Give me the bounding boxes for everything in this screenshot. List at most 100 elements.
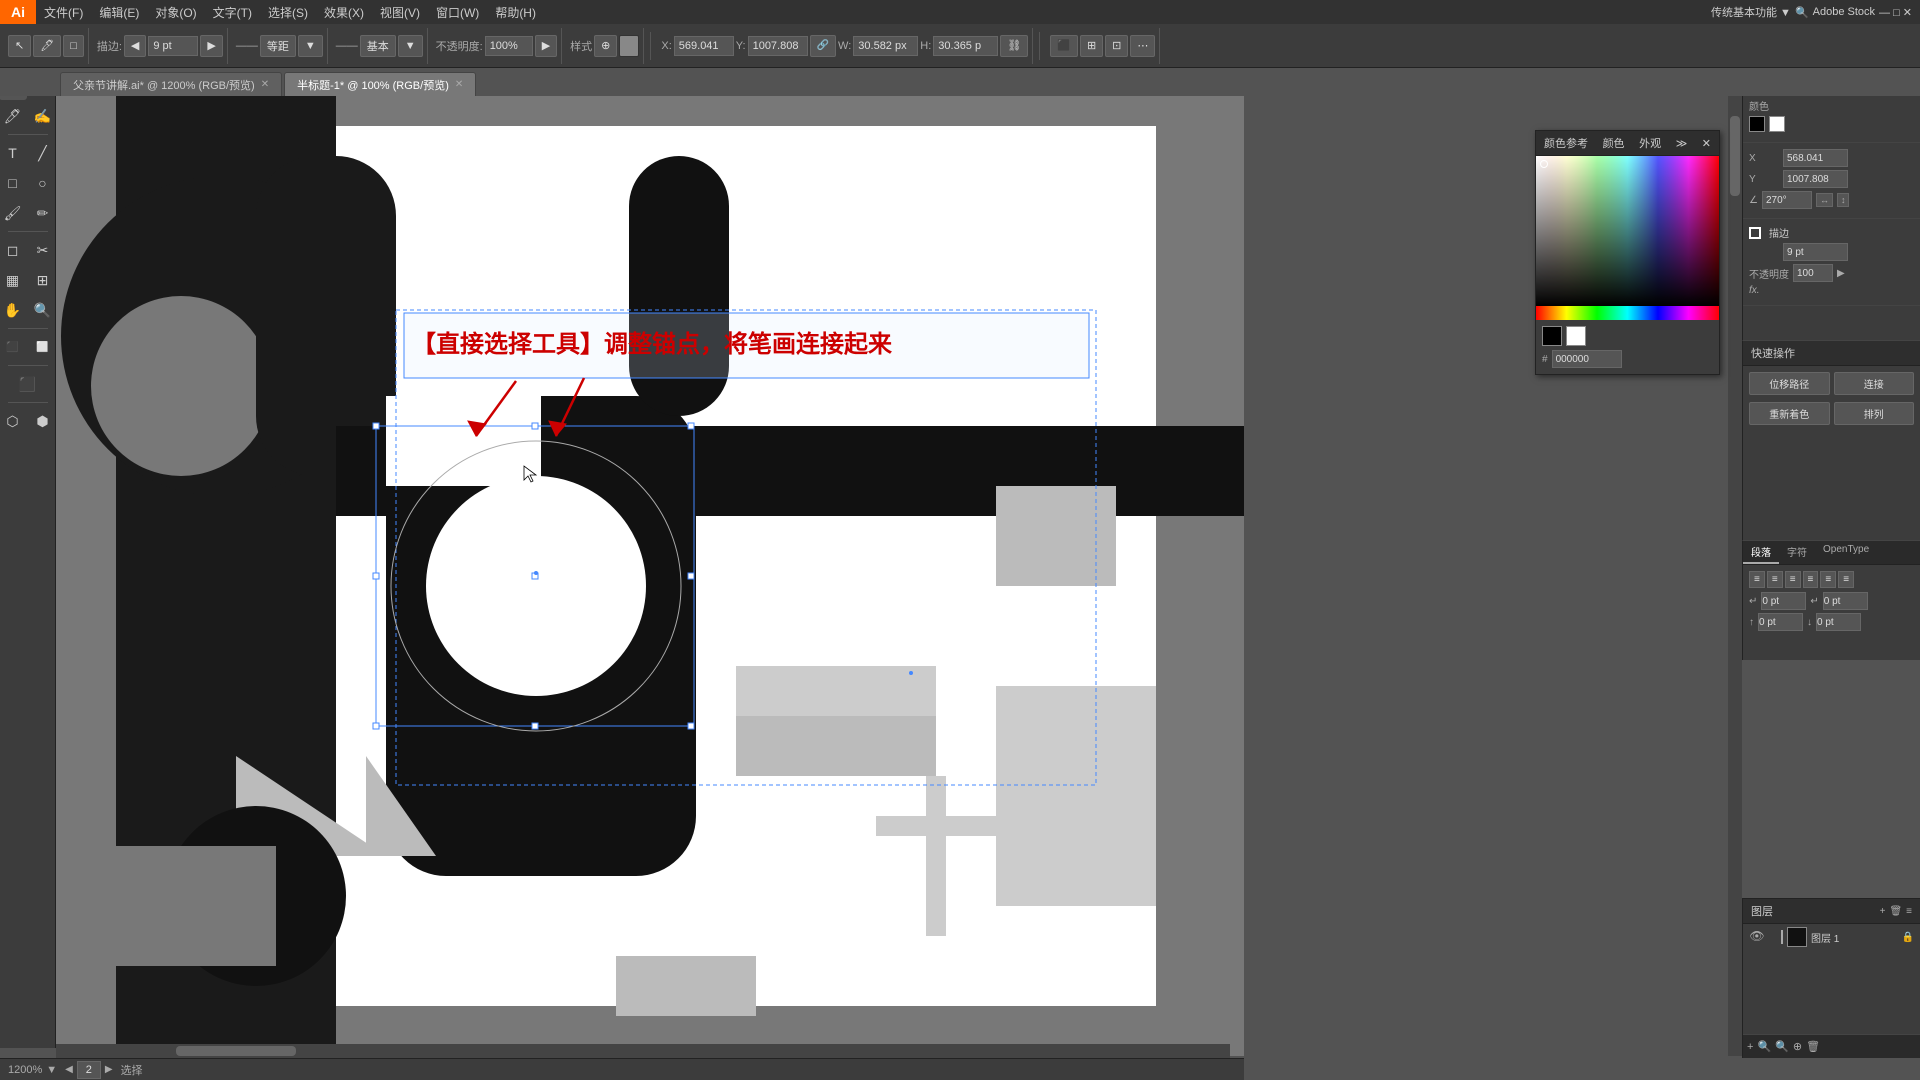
style-icon-btn[interactable]: ⊕: [594, 35, 617, 57]
recolor-btn[interactable]: 重新着色: [1749, 402, 1830, 425]
layers-panel-menu-btn[interactable]: ≡: [1906, 906, 1912, 917]
layer-1-row[interactable]: 👁 图层 1 🔒: [1743, 924, 1920, 950]
hex-input[interactable]: [1552, 350, 1622, 368]
brush-type-btn[interactable]: 基本: [360, 35, 396, 57]
stroke-weight-input[interactable]: [148, 36, 198, 56]
menu-select[interactable]: 选择(S): [260, 0, 316, 24]
align-right-btn[interactable]: ≡: [1785, 571, 1801, 588]
stroke-type-btn[interactable]: 等距: [260, 35, 296, 57]
eraser-tool[interactable]: ◻: [0, 236, 27, 264]
color-tab-active[interactable]: 颜色: [1603, 135, 1625, 151]
layer-lock-icon[interactable]: 🔒: [1902, 932, 1914, 943]
opacity-expand-btn[interactable]: ▶: [1837, 268, 1845, 279]
page-prev-btn[interactable]: ◀: [65, 1064, 73, 1075]
brush-tool[interactable]: 🖌: [0, 199, 27, 227]
layer-eye-icon[interactable]: 👁: [1749, 929, 1765, 945]
align-btn[interactable]: ⊞: [1080, 35, 1103, 57]
color-panel-expand[interactable]: ≫: [1676, 137, 1688, 150]
offset-path-btn[interactable]: 位移路径: [1749, 372, 1830, 395]
opacity-input[interactable]: [485, 36, 533, 56]
zoom-tool[interactable]: 🔍: [29, 296, 57, 324]
search-icon[interactable]: 🔍: [1795, 6, 1809, 19]
menu-window[interactable]: 窗口(W): [428, 0, 487, 24]
connect-btn[interactable]: 连接: [1834, 372, 1915, 395]
link-wh-btn[interactable]: 🔗: [810, 35, 836, 57]
type-tab-opentype[interactable]: OpenType: [1815, 541, 1877, 564]
ellipse-tool[interactable]: ○: [29, 169, 57, 197]
artboard-nav-right[interactable]: ⬢: [29, 407, 57, 435]
layer-expand-icon[interactable]: [1769, 930, 1783, 944]
color-panel-close[interactable]: ✕: [1702, 137, 1711, 150]
type-tab-para[interactable]: 段落: [1743, 541, 1779, 564]
indent-right-input[interactable]: [1823, 592, 1868, 610]
menu-effect[interactable]: 效果(X): [316, 0, 372, 24]
tab-2-close[interactable]: ✕: [455, 79, 463, 90]
stroke-type-down[interactable]: ▼: [298, 35, 323, 57]
zoom-control[interactable]: 1200% ▼: [8, 1064, 57, 1076]
pencil-tool[interactable]: ✏: [29, 199, 57, 227]
move-layer-up-btn[interactable]: 🔍: [1757, 1040, 1771, 1053]
menu-object[interactable]: 对象(O): [147, 0, 204, 24]
hand-tool[interactable]: ✋: [0, 296, 27, 324]
white-swatch[interactable]: [1566, 326, 1586, 346]
selection-tool-btn[interactable]: ↖: [8, 35, 31, 57]
delete-layer-btn[interactable]: 🗑: [1889, 906, 1902, 917]
add-artboard-btn[interactable]: +: [1747, 1041, 1753, 1053]
angle-input[interactable]: [1762, 191, 1812, 209]
tab-2[interactable]: 半标题-1* @ 100% (RGB/预览) ✕: [284, 72, 476, 96]
align-justify-btn[interactable]: ≡: [1803, 571, 1819, 588]
v-scroll-thumb[interactable]: [1730, 116, 1740, 196]
zoom-dropdown-icon[interactable]: ▼: [46, 1064, 57, 1076]
transform-icon-btn[interactable]: ⬛: [1050, 35, 1078, 57]
stroke-swatch[interactable]: [1769, 116, 1785, 132]
type-tab-char[interactable]: 字符: [1779, 541, 1815, 564]
x-input[interactable]: [674, 36, 734, 56]
brush-btn[interactable]: 🖊: [33, 35, 61, 57]
w-input[interactable]: [853, 36, 918, 56]
move-layer-down-btn[interactable]: 🔍: [1775, 1040, 1789, 1053]
screen-mode-btn[interactable]: ⬛: [14, 370, 42, 398]
pathfinder-btn[interactable]: ⊡: [1105, 35, 1128, 57]
artboard-nav-left[interactable]: ⬡: [0, 407, 27, 435]
h-scrollbar[interactable]: [56, 1044, 1230, 1058]
align-center-btn[interactable]: ≡: [1767, 571, 1783, 588]
stroke-weight-attr-input[interactable]: [1783, 243, 1848, 261]
add-layer-btn[interactable]: +: [1880, 906, 1886, 917]
space-before-input[interactable]: [1758, 613, 1803, 631]
scissors-tool[interactable]: ✂: [29, 236, 57, 264]
page-next-btn[interactable]: ▶: [105, 1064, 113, 1075]
brush-type-down[interactable]: ▼: [398, 35, 423, 57]
tab-1[interactable]: 父亲节讲解.ai* @ 1200% (RGB/预览) ✕: [60, 72, 282, 96]
style-swatch[interactable]: [619, 35, 639, 57]
collect-layer-btn[interactable]: ⊕: [1793, 1040, 1802, 1053]
tab-1-close[interactable]: ✕: [261, 79, 269, 90]
flip-v-btn[interactable]: ↕: [1837, 193, 1850, 207]
flip-h-btn[interactable]: ↔: [1816, 193, 1833, 207]
menu-edit[interactable]: 编辑(E): [91, 0, 147, 24]
fill-color[interactable]: ⬛: [0, 333, 27, 361]
opacity-attr-input[interactable]: [1793, 264, 1833, 282]
stroke-down-btn[interactable]: ◀: [124, 35, 146, 57]
menu-file[interactable]: 文件(F): [36, 0, 91, 24]
menu-help[interactable]: 帮助(H): [487, 0, 544, 24]
fill-swatch[interactable]: [1749, 116, 1765, 132]
x-coord-input[interactable]: [1783, 149, 1848, 167]
rect-tool[interactable]: □: [0, 169, 27, 197]
mesh-tool[interactable]: ⊞: [29, 266, 57, 294]
canvas-area[interactable]: 【直接选择工具】调整锚点，将笔画连接起来: [56, 96, 1244, 1056]
v-scrollbar[interactable]: [1728, 96, 1742, 1056]
delete-selected-layer-btn[interactable]: 🗑: [1806, 1040, 1820, 1053]
menu-text[interactable]: 文字(T): [205, 0, 260, 24]
color-spectrum[interactable]: [1536, 156, 1719, 306]
pen-tool[interactable]: 🖊: [0, 102, 27, 130]
page-input[interactable]: [77, 1061, 101, 1079]
constrain-btn[interactable]: ⛓: [1000, 35, 1028, 57]
gradient-tool[interactable]: ▦: [0, 266, 27, 294]
opacity-arrow[interactable]: ▶: [535, 35, 557, 57]
align-justify2-btn[interactable]: ≡: [1820, 571, 1836, 588]
color-panel-header[interactable]: 颜色参考 颜色 外观 ≫ ✕: [1536, 131, 1719, 156]
black-swatch[interactable]: [1542, 326, 1562, 346]
stroke-up-btn[interactable]: ▶: [200, 35, 222, 57]
indent-left-input[interactable]: [1761, 592, 1806, 610]
line-tool[interactable]: ╱: [29, 139, 57, 167]
